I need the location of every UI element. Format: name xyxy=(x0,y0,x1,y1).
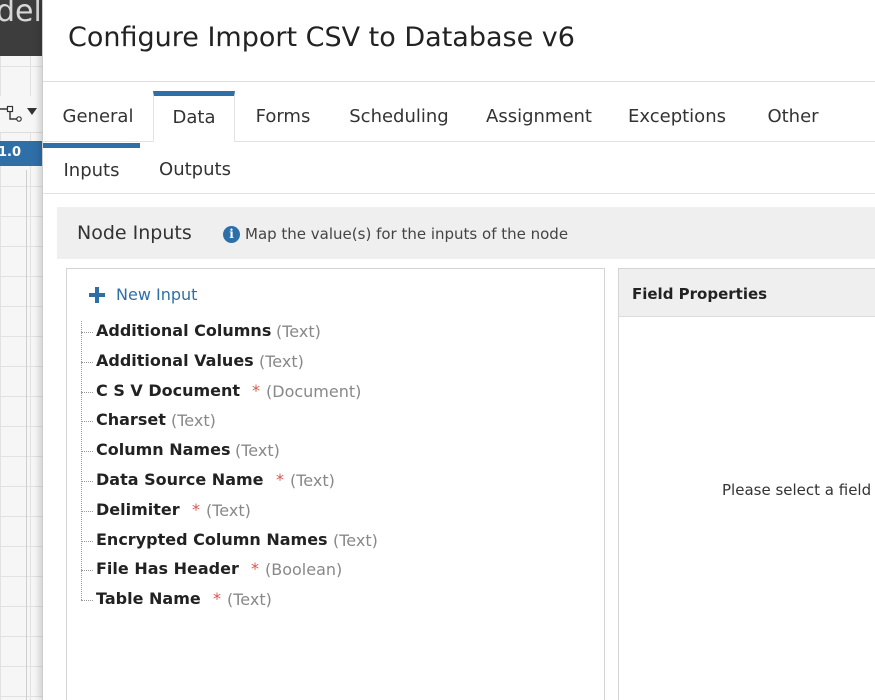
tab-other[interactable]: Other xyxy=(755,91,831,141)
input-item-type: (Text) xyxy=(276,322,321,341)
tree-branch-line xyxy=(81,391,93,393)
configure-dialog: Configure Import CSV to Database v6 Gene… xyxy=(42,0,875,700)
input-item-name: Additional Columns xyxy=(96,321,272,340)
background-canvas: dele 1.0 xyxy=(0,0,42,700)
new-input-button[interactable]: New Input xyxy=(116,285,197,304)
input-item-name: Charset xyxy=(96,410,166,430)
tree-branch-line xyxy=(81,510,93,512)
field-properties-header: Field Properties xyxy=(619,269,875,317)
section-description: Map the value(s) for the inputs of the n… xyxy=(245,225,569,243)
required-marker: * xyxy=(213,589,221,609)
tree-guide-line xyxy=(81,321,82,600)
tree-branch-line xyxy=(81,481,93,482)
input-item-name: Encrypted Column Names xyxy=(96,529,328,549)
tree-branch-line xyxy=(81,361,93,363)
input-item-type: (Text) xyxy=(333,530,378,550)
tab-scheduling[interactable]: Scheduling xyxy=(341,91,457,141)
tab-general[interactable]: General xyxy=(55,91,141,141)
background-title: dele xyxy=(0,0,42,29)
tree-branch-line xyxy=(81,451,93,453)
required-marker: * xyxy=(252,380,260,400)
input-item-name: Additional Values xyxy=(96,350,254,370)
tree-branch-line xyxy=(81,421,93,423)
required-marker: * xyxy=(251,559,259,579)
info-icon: i xyxy=(223,226,240,243)
connector-tool-icon[interactable] xyxy=(0,104,22,124)
input-item-type: (Text) xyxy=(235,441,280,461)
input-item-type: (Boolean) xyxy=(265,560,343,580)
input-item-type: (Text) xyxy=(290,471,335,490)
input-item-name: Delimiter xyxy=(96,499,180,519)
tree-branch-line xyxy=(81,570,93,572)
main-tabs: General Data Forms Scheduling Assignment… xyxy=(43,91,875,142)
required-marker: * xyxy=(276,470,284,489)
tab-exceptions[interactable]: Exceptions xyxy=(621,91,733,141)
inputs-panel: New Input Additional Columns (Text) Additi… xyxy=(66,268,605,700)
input-item-type: (Text) xyxy=(206,500,251,520)
tab-data[interactable]: Data xyxy=(153,91,235,142)
node-inputs-header: Node Inputs i Map the value(s) for the i… xyxy=(57,207,875,259)
input-item-type: (Text) xyxy=(259,351,304,371)
chevron-down-icon[interactable] xyxy=(27,108,37,115)
field-properties-title: Field Properties xyxy=(632,285,768,303)
input-item-name: File Has Header xyxy=(96,559,239,579)
section-title: Node Inputs xyxy=(77,222,192,244)
tab-assignment[interactable]: Assignment xyxy=(479,91,599,141)
input-item-type: (Text) xyxy=(227,590,272,610)
input-item-type: (Document) xyxy=(266,381,362,401)
background-divider xyxy=(26,170,27,700)
data-subtabs: Inputs Outputs xyxy=(43,143,875,194)
input-item-name: Data Source Name xyxy=(96,470,264,489)
input-item-name: Column Names xyxy=(96,440,231,460)
subtab-inputs[interactable]: Inputs xyxy=(43,143,140,193)
field-properties-panel: Field Properties Please select a field t… xyxy=(618,268,875,700)
background-topbar: dele xyxy=(0,0,42,56)
input-item-type: (Text) xyxy=(171,411,216,431)
background-version-chip: 1.0 xyxy=(0,141,42,166)
tab-forms[interactable]: Forms xyxy=(247,91,319,141)
input-item-name: Table Name xyxy=(96,589,201,609)
input-item-name: C S V Document xyxy=(96,380,241,400)
background-chip-label: 1.0 xyxy=(0,145,22,160)
title-divider xyxy=(43,81,875,82)
subtab-outputs[interactable]: Outputs xyxy=(149,143,241,193)
tree-branch-line xyxy=(81,600,93,602)
tree-branch-line xyxy=(81,540,93,542)
tree-branch-line xyxy=(81,332,93,333)
required-marker: * xyxy=(192,499,200,519)
dialog-title: Configure Import CSV to Database v6 xyxy=(68,22,575,53)
field-properties-empty-message: Please select a field to xyxy=(722,481,875,499)
plus-icon[interactable] xyxy=(89,287,105,303)
